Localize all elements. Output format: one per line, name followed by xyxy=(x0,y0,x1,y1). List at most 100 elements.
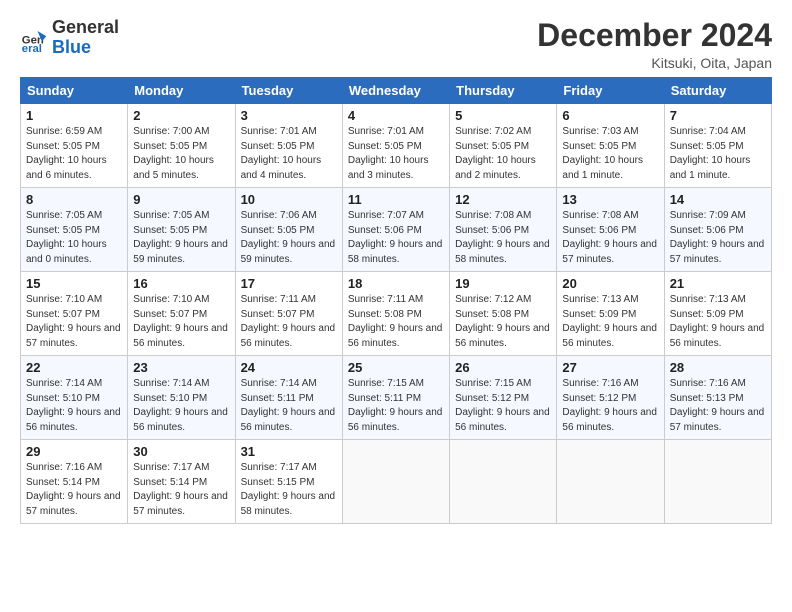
table-row: 23 Sunrise: 7:14 AMSunset: 5:10 PMDayligh… xyxy=(128,356,235,440)
day-number: 11 xyxy=(348,192,444,207)
day-number: 19 xyxy=(455,276,551,291)
day-number: 31 xyxy=(241,444,337,459)
table-row: 3 Sunrise: 7:01 AMSunset: 5:05 PMDaylight… xyxy=(235,104,342,188)
table-row: 10 Sunrise: 7:06 AMSunset: 5:05 PMDayligh… xyxy=(235,188,342,272)
day-info: Sunrise: 7:07 AMSunset: 5:06 PMDaylight:… xyxy=(348,209,444,267)
day-number: 18 xyxy=(348,276,444,291)
day-number: 24 xyxy=(241,360,337,375)
table-row: 27 Sunrise: 7:16 AMSunset: 5:12 PMDayligh… xyxy=(557,356,664,440)
table-row: 14 Sunrise: 7:09 AMSunset: 5:06 PMDayligh… xyxy=(664,188,771,272)
day-number: 15 xyxy=(26,276,122,291)
table-row: 11 Sunrise: 7:07 AMSunset: 5:06 PMDayligh… xyxy=(342,188,449,272)
day-info: Sunrise: 7:11 AMSunset: 5:07 PMDaylight:… xyxy=(241,293,337,351)
day-number: 20 xyxy=(562,276,658,291)
day-number: 14 xyxy=(670,192,766,207)
table-row: 26 Sunrise: 7:15 AMSunset: 5:12 PMDayligh… xyxy=(450,356,557,440)
table-row: 31 Sunrise: 7:17 AMSunset: 5:15 PMDayligh… xyxy=(235,440,342,524)
location: Kitsuki, Oita, Japan xyxy=(537,55,772,71)
day-info: Sunrise: 7:04 AMSunset: 5:05 PMDaylight:… xyxy=(670,125,766,183)
table-row: 30Sunrise: 7:17 AMSunset: 5:14 PMDayligh… xyxy=(128,440,235,524)
day-info: Sunrise: 7:17 AMSunset: 5:15 PMDaylight:… xyxy=(241,461,337,519)
day-number: 17 xyxy=(241,276,337,291)
day-info: Sunrise: 7:10 AMSunset: 5:07 PMDaylight:… xyxy=(26,293,122,351)
col-thursday: Thursday xyxy=(450,78,557,104)
day-info: Sunrise: 7:14 AMSunset: 5:10 PMDaylight:… xyxy=(133,377,229,435)
day-number: 5 xyxy=(455,108,551,123)
table-row xyxy=(450,440,557,524)
table-row: 16 Sunrise: 7:10 AMSunset: 5:07 PMDayligh… xyxy=(128,272,235,356)
day-info: Sunrise: 7:13 AMSunset: 5:09 PMDaylight:… xyxy=(562,293,658,351)
table-row: 19 Sunrise: 7:12 AMSunset: 5:08 PMDayligh… xyxy=(450,272,557,356)
table-row: 7 Sunrise: 7:04 AMSunset: 5:05 PMDaylight… xyxy=(664,104,771,188)
day-info: Sunrise: 7:13 AMSunset: 5:09 PMDaylight:… xyxy=(670,293,766,351)
day-info: Sunrise: 7:08 AMSunset: 5:06 PMDaylight:… xyxy=(455,209,551,267)
calendar-header-row: Sunday Monday Tuesday Wednesday Thursday… xyxy=(21,78,772,104)
day-number: 13 xyxy=(562,192,658,207)
table-row: 21Sunrise: 7:13 AMSunset: 5:09 PMDayligh… xyxy=(664,272,771,356)
calendar-table: Sunday Monday Tuesday Wednesday Thursday… xyxy=(20,77,772,524)
table-row: 25 Sunrise: 7:15 AMSunset: 5:11 PMDayligh… xyxy=(342,356,449,440)
day-number: 1 xyxy=(26,108,122,123)
day-number: 27 xyxy=(562,360,658,375)
day-info: Sunrise: 6:59 AMSunset: 5:05 PMDaylight:… xyxy=(26,125,122,183)
day-number: 7 xyxy=(670,108,766,123)
logo-blue-text: Blue xyxy=(52,37,91,57)
month-title: December 2024 xyxy=(537,18,772,53)
table-row: 6 Sunrise: 7:03 AMSunset: 5:05 PMDaylight… xyxy=(557,104,664,188)
day-info: Sunrise: 7:02 AMSunset: 5:05 PMDaylight:… xyxy=(455,125,551,183)
day-number: 9 xyxy=(133,192,229,207)
table-row: 9 Sunrise: 7:05 AMSunset: 5:05 PMDaylight… xyxy=(128,188,235,272)
header: Gen eral General Blue December 2024 Kits… xyxy=(20,18,772,71)
title-block: December 2024 Kitsuki, Oita, Japan xyxy=(537,18,772,71)
day-number: 22 xyxy=(26,360,122,375)
logo-general-text: General xyxy=(52,17,119,37)
day-info: Sunrise: 7:14 AMSunset: 5:11 PMDaylight:… xyxy=(241,377,337,435)
day-number: 3 xyxy=(241,108,337,123)
day-info: Sunrise: 7:00 AMSunset: 5:05 PMDaylight:… xyxy=(133,125,229,183)
day-number: 6 xyxy=(562,108,658,123)
table-row: 24 Sunrise: 7:14 AMSunset: 5:11 PMDayligh… xyxy=(235,356,342,440)
day-number: 30 xyxy=(133,444,229,459)
table-row: 28 Sunrise: 7:16 AMSunset: 5:13 PMDayligh… xyxy=(664,356,771,440)
col-monday: Monday xyxy=(128,78,235,104)
day-number: 16 xyxy=(133,276,229,291)
col-friday: Friday xyxy=(557,78,664,104)
day-info: Sunrise: 7:05 AMSunset: 5:05 PMDaylight:… xyxy=(26,209,122,267)
day-info: Sunrise: 7:06 AMSunset: 5:05 PMDaylight:… xyxy=(241,209,337,267)
day-info: Sunrise: 7:05 AMSunset: 5:05 PMDaylight:… xyxy=(133,209,229,267)
table-row: 29Sunrise: 7:16 AMSunset: 5:14 PMDayligh… xyxy=(21,440,128,524)
logo: Gen eral General Blue xyxy=(20,18,119,58)
day-info: Sunrise: 7:12 AMSunset: 5:08 PMDaylight:… xyxy=(455,293,551,351)
day-info: Sunrise: 7:11 AMSunset: 5:08 PMDaylight:… xyxy=(348,293,444,351)
day-info: Sunrise: 7:03 AMSunset: 5:05 PMDaylight:… xyxy=(562,125,658,183)
day-number: 28 xyxy=(670,360,766,375)
day-number: 2 xyxy=(133,108,229,123)
table-row: 4Sunrise: 7:01 AMSunset: 5:05 PMDaylight… xyxy=(342,104,449,188)
table-row: 22 Sunrise: 7:14 AMSunset: 5:10 PMDayligh… xyxy=(21,356,128,440)
day-number: 25 xyxy=(348,360,444,375)
day-number: 10 xyxy=(241,192,337,207)
col-saturday: Saturday xyxy=(664,78,771,104)
day-info: Sunrise: 7:16 AMSunset: 5:14 PMDaylight:… xyxy=(26,461,122,519)
table-row: 13Sunrise: 7:08 AMSunset: 5:06 PMDayligh… xyxy=(557,188,664,272)
logo-icon: Gen eral xyxy=(20,24,48,52)
table-row: 17 Sunrise: 7:11 AMSunset: 5:07 PMDayligh… xyxy=(235,272,342,356)
table-row: 5 Sunrise: 7:02 AMSunset: 5:05 PMDaylight… xyxy=(450,104,557,188)
day-number: 26 xyxy=(455,360,551,375)
day-info: Sunrise: 7:15 AMSunset: 5:11 PMDaylight:… xyxy=(348,377,444,435)
day-info: Sunrise: 7:09 AMSunset: 5:06 PMDaylight:… xyxy=(670,209,766,267)
table-row xyxy=(664,440,771,524)
col-sunday: Sunday xyxy=(21,78,128,104)
day-info: Sunrise: 7:01 AMSunset: 5:05 PMDaylight:… xyxy=(241,125,337,183)
day-info: Sunrise: 7:15 AMSunset: 5:12 PMDaylight:… xyxy=(455,377,551,435)
day-info: Sunrise: 7:10 AMSunset: 5:07 PMDaylight:… xyxy=(133,293,229,351)
table-row: 12Sunrise: 7:08 AMSunset: 5:06 PMDayligh… xyxy=(450,188,557,272)
day-number: 8 xyxy=(26,192,122,207)
col-wednesday: Wednesday xyxy=(342,78,449,104)
day-number: 23 xyxy=(133,360,229,375)
table-row: 8 Sunrise: 7:05 AMSunset: 5:05 PMDaylight… xyxy=(21,188,128,272)
day-info: Sunrise: 7:16 AMSunset: 5:12 PMDaylight:… xyxy=(562,377,658,435)
day-info: Sunrise: 7:14 AMSunset: 5:10 PMDaylight:… xyxy=(26,377,122,435)
day-info: Sunrise: 7:16 AMSunset: 5:13 PMDaylight:… xyxy=(670,377,766,435)
table-row: 2 Sunrise: 7:00 AMSunset: 5:05 PMDaylight… xyxy=(128,104,235,188)
